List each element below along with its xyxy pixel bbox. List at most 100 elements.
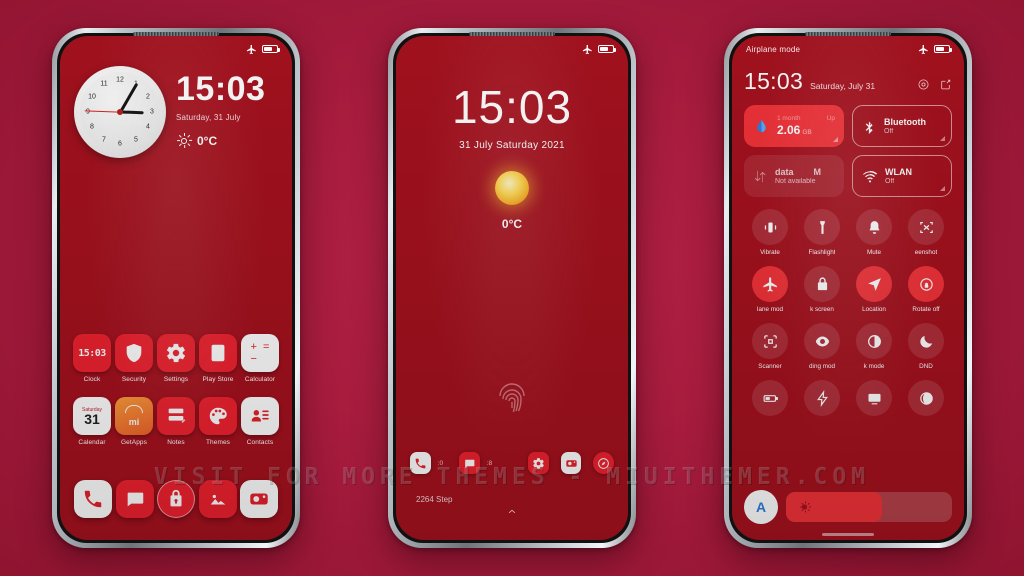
- home-status-bar: [60, 36, 292, 62]
- app-clock[interactable]: 15:03 Clock: [72, 334, 112, 383]
- palette-icon: [199, 397, 237, 435]
- toggle-dark-mode[interactable]: k mode: [848, 323, 900, 370]
- toggle-label: ding mod: [809, 363, 835, 370]
- toggle-flashlight[interactable]: Flashlight: [796, 209, 848, 256]
- data-tile-direction: Up: [826, 115, 835, 122]
- security-lock-app[interactable]: [157, 480, 195, 518]
- data-arrows-icon: [754, 170, 766, 182]
- toggle-reading-mode[interactable]: ding mod: [796, 323, 848, 370]
- messages-badge: :8: [486, 459, 493, 467]
- tile-resize-corner: [940, 186, 945, 191]
- calculator-icon: + = −: [241, 334, 279, 372]
- home-date: Saturday, 31 July: [176, 113, 241, 122]
- toggle-screenshot[interactable]: eenshot: [900, 209, 952, 256]
- app-calendar[interactable]: Saturday 31 Calendar: [72, 397, 112, 446]
- status-bar-right: [246, 44, 280, 55]
- clock-minute-hand: [118, 82, 138, 113]
- mobile-data-tile[interactable]: data M Not available: [744, 155, 844, 197]
- toggle-location[interactable]: Location: [848, 266, 900, 313]
- status-bar-left-text: Airplane mode: [746, 44, 801, 54]
- lock-time: 15:03: [451, 81, 573, 133]
- cast-icon: [856, 380, 892, 416]
- app-themes[interactable]: Themes: [198, 397, 238, 446]
- location-icon: [856, 266, 892, 302]
- phone-app[interactable]: [74, 480, 112, 518]
- toggle-ultra-battery[interactable]: [796, 380, 848, 420]
- toggle-label: Flashlight: [808, 249, 836, 256]
- edit-icon[interactable]: [939, 78, 952, 91]
- cc-header: 15:03 Saturday, July 31: [744, 70, 952, 93]
- toggle-cast[interactable]: [848, 380, 900, 420]
- cc-status-bar: Airplane mode: [732, 36, 964, 62]
- app-label: Contacts: [246, 439, 274, 446]
- toggle-dnd[interactable]: DND: [900, 323, 952, 370]
- app-calculator[interactable]: + = − Calculator: [240, 334, 280, 383]
- app-security[interactable]: Security: [114, 334, 154, 383]
- toggle-mute[interactable]: Mute: [848, 209, 900, 256]
- wlan-tile[interactable]: WLAN Off: [852, 155, 952, 197]
- wifi-icon: [862, 170, 878, 183]
- phone-control-center: Airplane mode 15:03 Saturday, July 31 1 …: [724, 28, 972, 548]
- app-row: Saturday 31 Calendar mi GetApps Notes Th…: [72, 397, 280, 446]
- sun-icon: [176, 133, 192, 148]
- bluetooth-state: Off: [884, 128, 894, 135]
- eye-icon: [804, 323, 840, 359]
- brightness-slider[interactable]: [786, 492, 952, 522]
- auto-brightness-button[interactable]: A: [744, 490, 778, 524]
- data-usage-tile[interactable]: 1 month Up 2.06 GB: [744, 105, 844, 147]
- clock-numeral: 6: [118, 140, 122, 148]
- app-grid: 15:03 Clock Security Settings Play Store…: [60, 334, 292, 460]
- analog-clock-widget[interactable]: 12 1 2 3 4 5 6 7 8 9 10 11: [74, 66, 166, 158]
- app-getapps[interactable]: mi GetApps: [114, 397, 154, 446]
- gear-icon[interactable]: [917, 78, 930, 91]
- earpiece-grille: [805, 32, 891, 36]
- camera-app[interactable]: [240, 480, 278, 518]
- settings-shortcut[interactable]: [528, 452, 549, 474]
- phone-shortcut[interactable]: [410, 452, 431, 474]
- clock-dial: 12 1 2 3 4 5 6 7 8 9 10 11: [80, 72, 160, 152]
- bolt-icon: [804, 380, 840, 416]
- toggle-battery-saver[interactable]: [744, 380, 796, 420]
- airplane-icon: [582, 44, 592, 54]
- contacts-icon: [241, 397, 279, 435]
- app-contacts[interactable]: Contacts: [240, 397, 280, 446]
- sun-icon: [495, 171, 529, 205]
- camera-shortcut[interactable]: [560, 452, 582, 474]
- lock-icon: [804, 266, 840, 302]
- app-play-store[interactable]: Play Store: [198, 334, 238, 383]
- data-tile-unit: GB: [802, 129, 812, 136]
- toggle-vibrate[interactable]: Vibrate: [744, 209, 796, 256]
- app-label: Themes: [205, 439, 231, 446]
- chevron-up-icon[interactable]: [504, 504, 520, 522]
- messages-shortcut[interactable]: [459, 452, 480, 474]
- home-weather[interactable]: 0°C: [176, 133, 265, 148]
- toggle-theme-contrast[interactable]: [900, 380, 952, 420]
- control-center-screen: Airplane mode 15:03 Saturday, July 31 1 …: [732, 36, 964, 540]
- gallery-app[interactable]: [198, 480, 237, 518]
- app-row: 15:03 Clock Security Settings Play Store…: [72, 334, 280, 383]
- app-label: Calculator: [244, 376, 276, 383]
- earpiece-grille: [469, 32, 555, 36]
- home-screen: 12 1 2 3 4 5 6 7 8 9 10 11: [60, 36, 292, 540]
- toggle-lock-screen[interactable]: k screen: [796, 266, 848, 313]
- toggle-rotate[interactable]: Rotate off: [900, 266, 952, 313]
- toggle-label: Location: [862, 306, 886, 313]
- toggle-label: DND: [919, 363, 933, 370]
- app-notes[interactable]: Notes: [156, 397, 196, 446]
- home-widget-area: 12 1 2 3 4 5 6 7 8 9 10 11: [60, 66, 292, 158]
- messages-app[interactable]: [115, 480, 154, 518]
- moon-icon: [908, 323, 944, 359]
- cc-header-icons: [917, 78, 952, 93]
- flashlight-icon: [804, 209, 840, 245]
- app-settings[interactable]: Settings: [156, 334, 196, 383]
- toggle-airplane-mode[interactable]: lane mod: [744, 266, 796, 313]
- battery-icon: [598, 45, 616, 53]
- data-tile-title: data: [775, 167, 794, 177]
- fingerprint-icon[interactable]: [497, 380, 527, 416]
- brightness-icon: [799, 501, 811, 513]
- bluetooth-tile[interactable]: Bluetooth Off: [852, 105, 952, 147]
- browser-shortcut[interactable]: [593, 452, 614, 474]
- toggle-label: Mute: [867, 249, 881, 256]
- toggle-scanner[interactable]: Scanner: [744, 323, 796, 370]
- phone-lock-screen: 15:03 31 July Saturday 2021 0°C :0:8 22…: [388, 28, 636, 548]
